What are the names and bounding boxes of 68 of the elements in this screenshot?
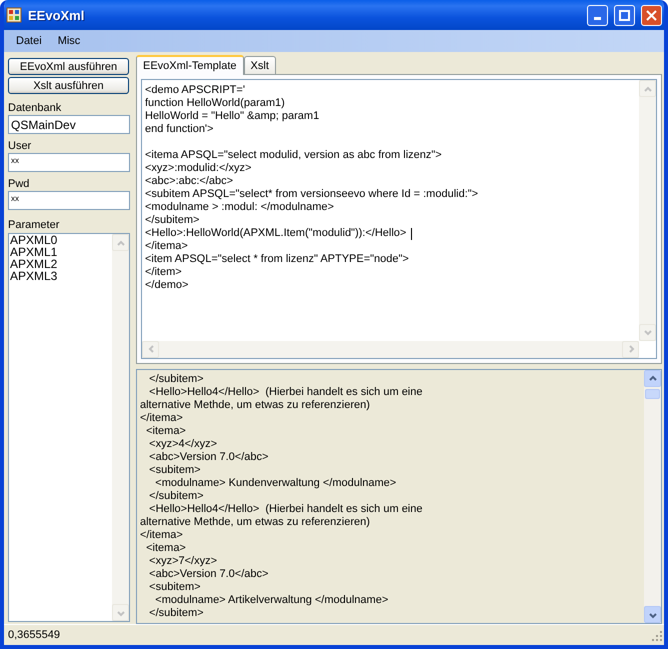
code-line: function HelloWorld(param1) [145,97,285,110]
output-line: <itema> [145,542,186,555]
output-line: <xyz>4</xyz> [148,438,218,451]
code-line: </demo> [145,279,188,292]
output-line: <Hello>Hello4</Hello> (Hierbei handelt es sich um eine [148,502,422,516]
code-line: end function'> [145,123,214,136]
output-line: <modulname> Artikelverwaltung </modulname> [154,594,388,607]
output-line: </subitem> [148,372,204,386]
field-label: Pwd [8,178,30,191]
status-text: 0,3655549 [8,629,60,641]
output-line: <abc>Version 7.0</abc> [148,568,268,581]
resize-grip-icon[interactable] [651,630,662,640]
output-line: <abc>Version 7.0</abc> [148,450,268,464]
code-line: </itema> [145,240,188,253]
field-label: User [8,140,32,153]
list-item[interactable]: APXML1 [10,246,112,258]
output-line: </itema> [140,528,183,542]
scroll-down-button[interactable] [644,606,661,623]
input-field[interactable]: xx [8,153,130,172]
input-field[interactable]: xx [8,191,130,210]
input-field[interactable]: QSMainDev [8,115,130,134]
code-line: </item> [145,266,182,279]
window-title: EEvoXml [28,8,86,22]
output-line: <Hello>Hello4</Hello> (Hierbei handelt es sich um eine [148,386,422,399]
output-line: </subitem> [148,606,204,620]
maximize-icon [619,10,630,20]
close-icon [646,10,657,20]
list-item[interactable]: APXML3 [10,270,112,282]
scroll-thumb[interactable] [645,388,660,399]
output-line: <xyz>7</xyz> [148,554,218,568]
code-line: <subitem APSQL="select* from versionseevo where Id = :modulid:"> [145,188,478,201]
close-button[interactable] [641,4,662,26]
output-line: <subitem> [148,580,201,594]
code-line: <modulname > :modul: </modulname> [145,201,334,214]
app-icon [6,7,22,23]
code-line: <itema APSQL="select modulid, version as abc from lizenz"> [145,149,442,162]
code-line: <abc>:abc:</abc> [145,175,234,188]
code-line: HelloWorld = "Hello" &amp; param1 [145,110,320,123]
list-item[interactable]: APXML2 [10,258,112,270]
tab[interactable]: EEvoXml-Template [136,55,244,75]
output-line: </itema> [140,412,183,425]
code-line: <xyz>:modulid:</xyz> [145,162,252,175]
code-line: </subitem> [145,214,200,227]
output-line: <itema> [145,424,186,438]
tab[interactable]: Xslt [244,56,276,74]
code-line: <Hello>:HelloWorld(APXML.Item("modulid")):</Hello> [145,227,408,240]
maximize-button[interactable] [614,4,635,26]
scroll-left-button[interactable] [142,340,159,358]
output-line: alternative Methde, um etwas zu referenzieren) [140,398,370,412]
output-line: alternative Methde, um etwas zu referenzieren) [140,516,370,529]
field-label: Datenbank [8,102,62,115]
code-line: <item APSQL="select * from lizenz" APTYPE="node"> [145,253,409,266]
code-line: <demo APSCRIPT=' [145,84,245,97]
minimize-button[interactable] [587,4,608,26]
output-line: <subitem> [148,464,201,477]
menu-item[interactable]: Datei [8,35,50,47]
scroll-up-button[interactable] [644,370,661,387]
output-line: <modulname> Kundenverwaltung </modulname> [154,476,396,490]
scroll-right-button[interactable] [622,340,639,358]
output-line: </subitem> [148,490,204,503]
list-label: Parameter [8,219,60,232]
list-item[interactable]: APXML0 [10,234,112,246]
action-button[interactable]: Xslt ausführen [8,77,129,94]
chevron-up-icon [648,373,658,384]
menu-item[interactable]: Misc [50,35,88,47]
minimize-icon [594,17,601,20]
action-button[interactable]: EEvoXml ausführen [8,58,129,75]
text-cursor [411,228,412,240]
